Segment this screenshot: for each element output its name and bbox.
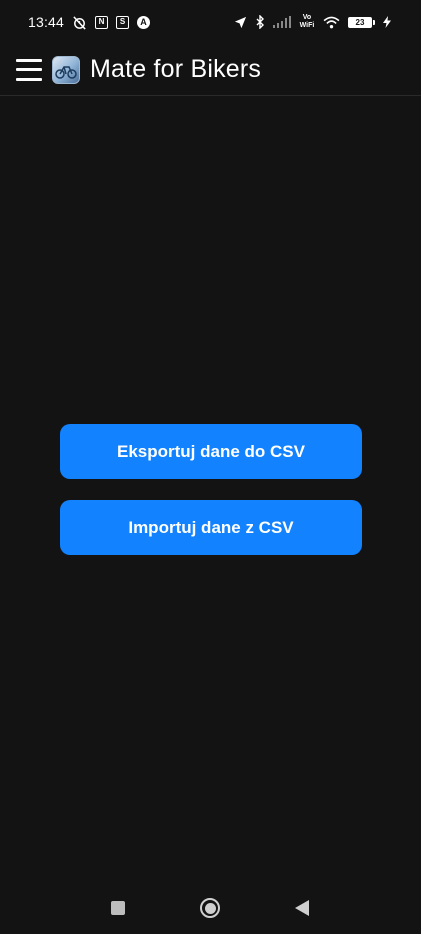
menu-line xyxy=(16,68,42,71)
import-csv-button[interactable]: Importuj dane z CSV xyxy=(60,500,362,555)
status-time: 13:44 xyxy=(28,14,65,30)
app-title: Mate for Bikers xyxy=(90,55,262,83)
bluetooth-icon xyxy=(255,15,265,29)
battery-icon: 23 xyxy=(348,16,375,28)
system-nav-bar xyxy=(0,880,421,934)
status-right: Vo WiFi 23 xyxy=(234,14,391,30)
app-bar: Mate for Bikers xyxy=(0,44,421,96)
recent-apps-icon[interactable] xyxy=(111,901,125,915)
battery-tip xyxy=(373,19,375,25)
menu-line xyxy=(16,77,42,81)
export-csv-button[interactable]: Eksportuj dane do CSV xyxy=(60,424,362,479)
app-logo-icon xyxy=(52,55,80,84)
nfc-icon: N xyxy=(95,15,109,29)
battery-level: 23 xyxy=(348,16,372,28)
home-icon[interactable] xyxy=(200,898,220,918)
app-screen: 13:44 N S A Vo WiFi 23 Mate for Bikers E… xyxy=(0,0,421,934)
charging-bolt-icon xyxy=(383,16,391,28)
menu-line xyxy=(16,58,42,62)
vowifi-icon: Vo WiFi xyxy=(299,14,315,29)
signal-icon xyxy=(273,16,291,28)
wifi-icon xyxy=(323,16,340,29)
alarm-off-icon xyxy=(72,15,87,30)
status-left: 13:44 N S A xyxy=(28,14,151,30)
status-bar: 13:44 N S A Vo WiFi 23 xyxy=(0,0,421,44)
home-icon-inner xyxy=(204,902,216,914)
s-app-icon: S xyxy=(116,15,130,29)
back-icon[interactable] xyxy=(295,900,309,916)
a-app-icon: A xyxy=(137,15,151,29)
hamburger-menu-icon[interactable] xyxy=(16,58,42,81)
location-arrow-icon xyxy=(234,16,247,29)
